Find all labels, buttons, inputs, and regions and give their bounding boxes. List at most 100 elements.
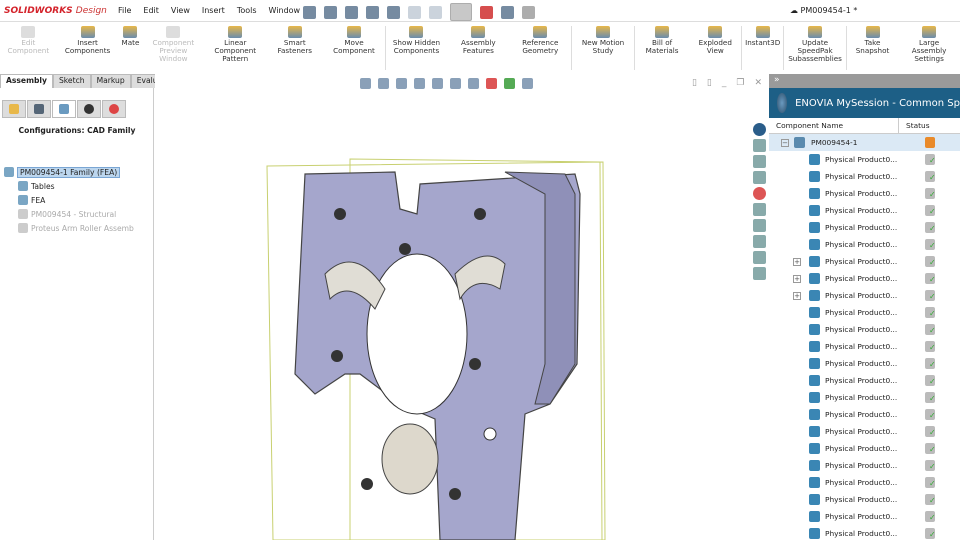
expand-icon[interactable]: + [793, 257, 801, 266]
3d-interconnect-icon[interactable] [753, 267, 766, 280]
component-row[interactable]: Physical Product0... [769, 321, 960, 338]
property-manager-tab[interactable] [27, 100, 51, 118]
ribbon-reference-geometry-button[interactable]: Reference Geometry [509, 22, 571, 74]
ribbon-smart-fasteners-button[interactable]: Smart Fasteners [266, 22, 323, 74]
physical-product-icon [809, 273, 820, 284]
toolbox-icon[interactable] [753, 219, 766, 232]
rebuild-icon[interactable] [480, 5, 493, 19]
collapse-icon[interactable]: − [781, 138, 789, 147]
file-explorer-icon[interactable] [753, 171, 766, 184]
view-palette-icon[interactable] [753, 235, 766, 248]
print-icon[interactable] [387, 5, 400, 19]
resources-tab-icon[interactable] [753, 139, 766, 152]
ribbon-edit-component-button[interactable]: Edit Component [0, 22, 57, 74]
enovia-tab-icon[interactable] [753, 123, 766, 136]
dimxpert-tab[interactable] [77, 100, 101, 118]
redo-icon[interactable] [429, 5, 442, 19]
component-row[interactable]: Physical Product0... [769, 406, 960, 423]
component-row[interactable]: Physical Product0... [769, 151, 960, 168]
ribbon-move-component-button[interactable]: Move Component [323, 22, 384, 74]
physical-product-icon [809, 239, 820, 250]
ribbon-new-motion-study-button[interactable]: New Motion Study [572, 22, 634, 74]
tree-node[interactable]: PM009454 - Structural [4, 207, 134, 221]
gear-icon[interactable] [522, 5, 535, 19]
assembly-model[interactable] [155, 74, 768, 540]
menu-tools[interactable]: Tools [237, 6, 257, 15]
component-row[interactable]: + Physical Product0... [769, 253, 960, 270]
component-row[interactable]: Physical Product0... [769, 474, 960, 491]
configuration-manager-tab[interactable] [52, 100, 76, 118]
menu-file[interactable]: File [118, 6, 131, 15]
component-row[interactable]: Physical Product0... [769, 440, 960, 457]
task-pane-tabs [751, 120, 768, 283]
undo-icon[interactable] [408, 5, 421, 19]
ribbon-update-speedpak-subassemblies-button[interactable]: Update SpeedPak Subassemblies [784, 22, 846, 74]
bill-of-materials-icon [655, 26, 670, 38]
component-row[interactable]: + Physical Product0... [769, 270, 960, 287]
component-name: Physical Product0... [825, 495, 898, 504]
ribbon-take-snapshot-button[interactable]: Take Snapshot [847, 22, 898, 74]
component-row[interactable]: Physical Product0... [769, 491, 960, 508]
solidworks-forum-icon[interactable] [753, 251, 766, 264]
tree-node[interactable]: Tables [4, 179, 134, 193]
tree-node-label: Proteus Arm Roller Assemb [31, 223, 134, 233]
quick-access-toolbar [303, 3, 535, 21]
component-row[interactable]: Physical Product0... [769, 389, 960, 406]
tree-node[interactable]: PM009454-1 Family (FEA) [4, 165, 134, 179]
ribbon-show-hidden-components-button[interactable]: Show Hidden Components [386, 22, 448, 74]
save-icon[interactable] [366, 5, 379, 19]
tree-node[interactable]: FEA [4, 193, 134, 207]
col-component-name[interactable]: Component Name [769, 118, 899, 133]
custom-properties-icon[interactable] [753, 203, 766, 216]
component-row[interactable]: Physical Product0... [769, 457, 960, 474]
ribbon-bill-of-materials-button[interactable]: Bill of Materials [635, 22, 689, 74]
ribbon-assembly-features-button[interactable]: Assembly Features [447, 22, 509, 74]
component-row[interactable]: Physical Product0... [769, 508, 960, 525]
tree-node[interactable]: Proteus Arm Roller Assemb [4, 221, 134, 235]
ribbon-large-assembly-settings-button[interactable]: Large Assembly Settings [898, 22, 960, 74]
tab-markup[interactable]: Markup [90, 74, 131, 88]
ribbon-linear-component-pattern-button[interactable]: Linear Component Pattern [204, 22, 266, 74]
expand-icon[interactable]: + [793, 274, 801, 283]
graphics-area[interactable]: ▯ ▯ _ ❐ ✕ [155, 74, 768, 540]
menu-window[interactable]: Window [269, 6, 301, 15]
component-row[interactable]: Physical Product0... [769, 372, 960, 389]
new-icon[interactable] [324, 5, 337, 19]
feature-manager-tab[interactable] [2, 100, 26, 118]
menu-insert[interactable]: Insert [202, 6, 225, 15]
tab-assembly[interactable]: Assembly [0, 74, 53, 88]
menu-view[interactable]: View [171, 6, 190, 15]
component-row[interactable]: Physical Product0... [769, 338, 960, 355]
component-row[interactable]: Physical Product0... [769, 219, 960, 236]
move-component-icon [347, 26, 361, 38]
menu-edit[interactable]: Edit [143, 6, 159, 15]
expand-icon[interactable]: + [793, 291, 801, 300]
ribbon-instant3d-button[interactable]: Instant3D [742, 22, 783, 74]
ribbon-component-preview-window-button[interactable]: Component Preview Window [142, 22, 204, 74]
appearances-icon[interactable] [753, 187, 766, 200]
design-library-icon[interactable] [753, 155, 766, 168]
component-row[interactable]: Physical Product0... [769, 236, 960, 253]
physical-product-icon [809, 171, 820, 182]
linear-component-pattern-icon [228, 26, 243, 38]
component-row[interactable]: Physical Product0... [769, 304, 960, 321]
component-row[interactable]: Physical Product0... [769, 185, 960, 202]
ribbon-exploded-view-button[interactable]: Exploded View [689, 22, 741, 74]
component-row-root[interactable]: − PM009454-1 [769, 134, 960, 151]
component-row[interactable]: Physical Product0... [769, 202, 960, 219]
home-icon[interactable] [303, 5, 316, 19]
col-status[interactable]: Status [899, 118, 930, 133]
component-row[interactable]: Physical Product0... [769, 168, 960, 185]
tab-sketch[interactable]: Sketch [52, 74, 91, 88]
component-row[interactable]: Physical Product0... [769, 423, 960, 440]
file-properties-icon[interactable] [501, 5, 514, 19]
display-manager-tab[interactable] [102, 100, 126, 118]
collapse-pane-button[interactable]: » [769, 74, 960, 88]
open-icon[interactable] [345, 5, 358, 19]
ribbon-insert-components-button[interactable]: Insert Components [57, 22, 119, 74]
ribbon-mate-button[interactable]: Mate [119, 22, 143, 74]
component-row[interactable]: Physical Product0... [769, 525, 960, 542]
component-row[interactable]: + Physical Product0... [769, 287, 960, 304]
component-row[interactable]: Physical Product0... [769, 355, 960, 372]
select-icon[interactable] [450, 3, 472, 21]
